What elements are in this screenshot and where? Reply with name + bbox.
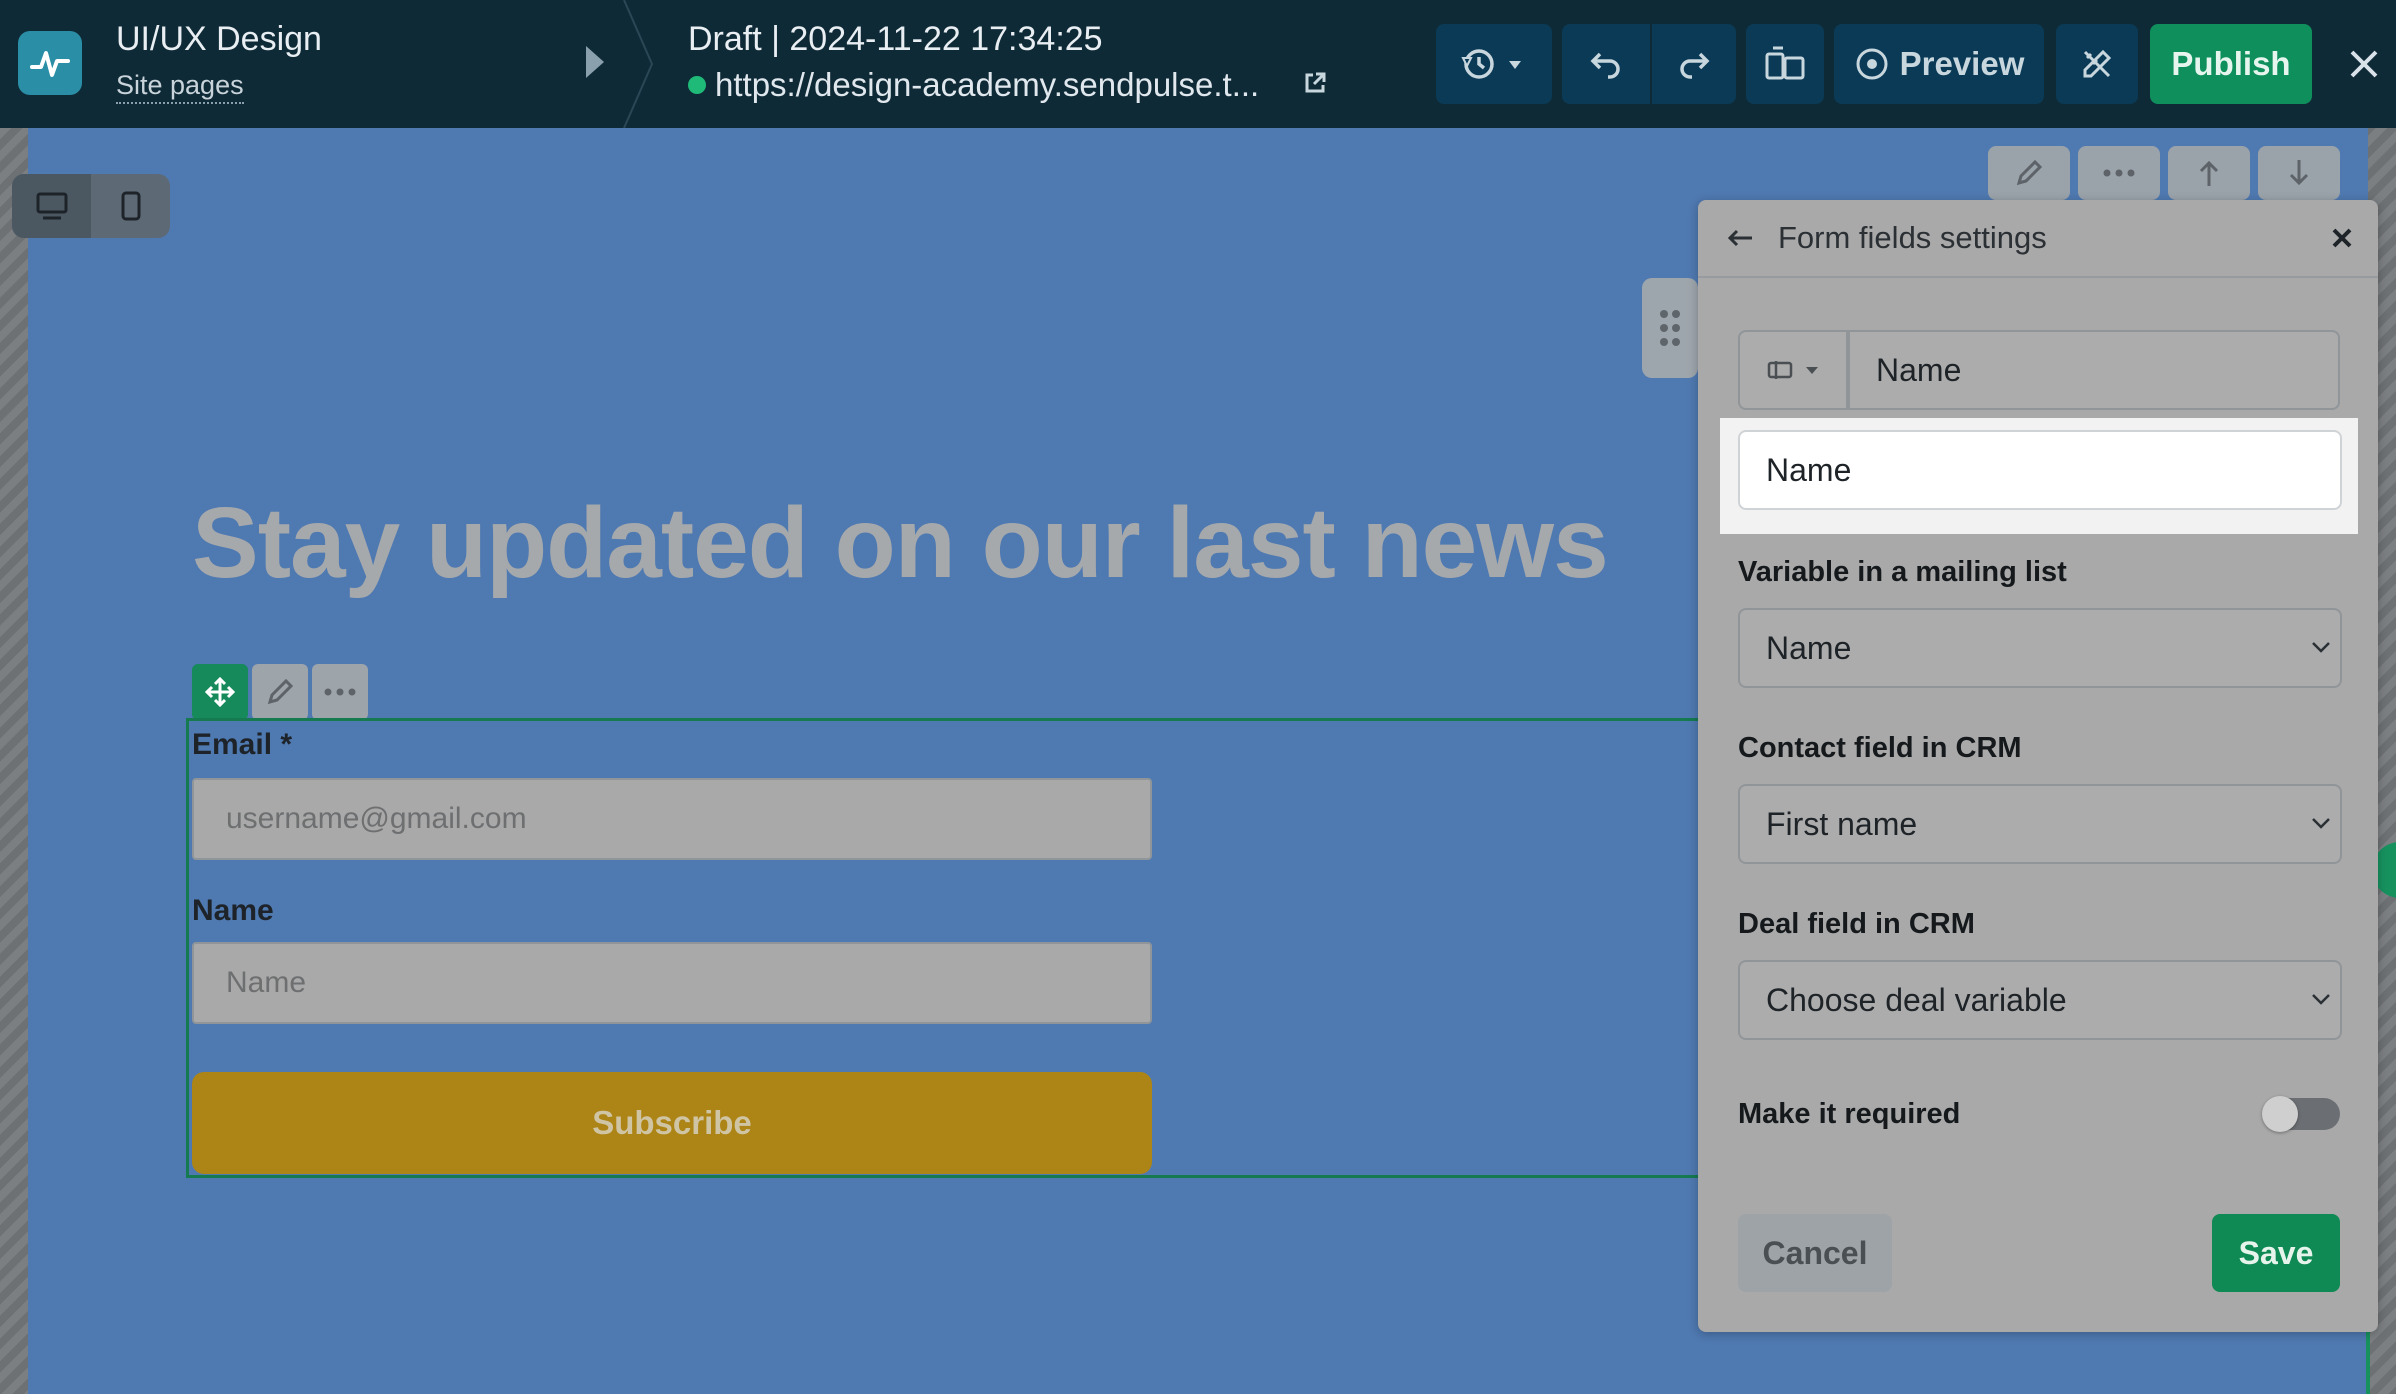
- move-arrows-icon: [204, 676, 236, 708]
- chevron-separator-icon: [623, 0, 654, 128]
- page-headline[interactable]: Stay updated on our last news: [192, 486, 1609, 601]
- close-icon[interactable]: [2340, 40, 2388, 88]
- required-label: Make it required: [1738, 1098, 1961, 1130]
- site-pages-link[interactable]: Site pages: [116, 70, 244, 104]
- panel-title: Form fields settings: [1778, 220, 2047, 255]
- edit-block-button[interactable]: [1988, 146, 2070, 200]
- variable-label: Variable in a mailing list: [1738, 556, 2067, 588]
- variable-select[interactable]: Name: [1738, 608, 2342, 688]
- drag-handle[interactable]: [1642, 278, 1698, 378]
- preview-label: Preview: [1899, 45, 2025, 82]
- arrow-down-icon: [2289, 160, 2309, 186]
- caret-down-icon: [1806, 367, 1818, 374]
- design-pencil-ruler-icon: [2083, 49, 2112, 78]
- pencil-icon: [2016, 159, 2043, 186]
- top-bar: UI/UX Design Site pages Draft | 2024-11-…: [0, 0, 2396, 128]
- back-arrow-icon[interactable]: [1724, 222, 1756, 254]
- draft-status: Draft | 2024-11-22 17:34:25: [688, 20, 1103, 58]
- page-url[interactable]: https://design-academy.sendpulse.t...: [715, 66, 1259, 104]
- name-field[interactable]: Name: [192, 942, 1152, 1024]
- status-dot: [688, 76, 706, 94]
- undo-icon: [1590, 52, 1620, 79]
- design-tools-button[interactable]: [2056, 24, 2138, 104]
- email-label: Email *: [192, 728, 293, 761]
- edit-element-button[interactable]: [252, 664, 308, 720]
- chevron-down-icon: [2312, 642, 2330, 653]
- project-title: UI/UX Design: [116, 20, 322, 58]
- field-type-dropdown[interactable]: [1738, 330, 1848, 410]
- redo-button[interactable]: [1652, 24, 1736, 104]
- cancel-button[interactable]: Cancel: [1738, 1214, 1892, 1292]
- publish-button[interactable]: Publish: [2150, 24, 2312, 104]
- eye-icon: [1856, 48, 1888, 80]
- redo-icon: [1680, 52, 1710, 79]
- ab-test-button[interactable]: [1746, 24, 1824, 104]
- move-element-button[interactable]: [192, 664, 248, 720]
- form-fields-settings-panel: Form fields settings Name Variable in a …: [1698, 200, 2378, 1332]
- crm-deal-select[interactable]: Choose deal variable: [1738, 960, 2342, 1040]
- device-toggle: [12, 174, 170, 238]
- mobile-view-button[interactable]: [91, 174, 170, 238]
- element-more-button[interactable]: [312, 664, 368, 720]
- subscribe-button[interactable]: Subscribe: [192, 1072, 1152, 1174]
- more-dots-icon: [324, 688, 356, 696]
- save-button[interactable]: Save: [2212, 1214, 2340, 1292]
- chevron-down-icon: [2312, 994, 2330, 1005]
- desktop-icon: [36, 192, 67, 220]
- panel-header: Form fields settings: [1698, 200, 2378, 278]
- preview-button[interactable]: Preview: [1834, 24, 2044, 104]
- crm-contact-select[interactable]: First name: [1738, 784, 2342, 864]
- move-block-down-button[interactable]: [2258, 146, 2340, 200]
- external-link-icon[interactable]: [1302, 70, 1328, 96]
- placeholder-input[interactable]: Name: [1738, 430, 2342, 510]
- variable-value: Name: [1766, 629, 1852, 666]
- crm-contact-label: Contact field in CRM: [1738, 732, 2022, 764]
- history-button[interactable]: [1436, 24, 1552, 104]
- expand-arrow-icon[interactable]: [586, 46, 604, 78]
- block-more-button[interactable]: [2078, 146, 2160, 200]
- arrow-up-icon: [2199, 160, 2219, 186]
- required-toggle[interactable]: [2262, 1096, 2340, 1132]
- history-icon: [1461, 49, 1521, 79]
- toggle-knob: [2262, 1096, 2298, 1132]
- desktop-view-button[interactable]: [12, 174, 91, 238]
- text-field-icon: [1767, 361, 1793, 379]
- chevron-down-icon: [2312, 818, 2330, 829]
- close-icon[interactable]: [2328, 224, 2356, 252]
- selection-edge: [2366, 1330, 2370, 1394]
- pencil-icon: [267, 678, 294, 705]
- split-test-icon: [1765, 46, 1805, 80]
- crm-deal-label: Deal field in CRM: [1738, 908, 1975, 940]
- name-label: Name: [192, 894, 274, 927]
- element-toolbar: [192, 664, 368, 720]
- crm-contact-value: First name: [1766, 805, 1918, 842]
- email-field[interactable]: username@gmail.com: [192, 778, 1152, 860]
- move-block-up-button[interactable]: [2168, 146, 2250, 200]
- drag-dots-icon: [1660, 310, 1680, 346]
- mobile-icon: [121, 191, 140, 221]
- crm-deal-value: Choose deal variable: [1766, 981, 2067, 1018]
- undo-button[interactable]: [1562, 24, 1650, 104]
- field-name-input[interactable]: Name: [1848, 330, 2340, 410]
- more-dots-icon: [2103, 169, 2135, 177]
- pulse-logo-icon[interactable]: [18, 31, 82, 95]
